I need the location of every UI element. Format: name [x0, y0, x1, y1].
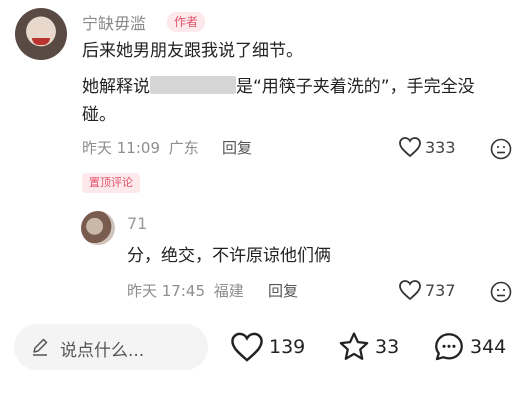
comment-like-count: 333 — [425, 137, 456, 157]
pinned-comment-badge: 置顶评论 — [82, 173, 140, 193]
post-comments-button[interactable]: 344 — [432, 330, 506, 364]
reply-reply-button[interactable]: 回复 — [268, 280, 298, 301]
reply-time: 昨天 17:45 — [127, 282, 205, 300]
dislike-face-icon — [490, 281, 512, 303]
star-icon — [339, 332, 369, 360]
comment-input[interactable]: 说点什么... — [14, 324, 208, 370]
reply-dislike-button[interactable] — [489, 280, 513, 308]
post-comment-count: 344 — [470, 336, 507, 358]
comment-time: 昨天 11:09 — [82, 139, 160, 157]
comment-bubble-icon — [435, 333, 463, 361]
comment-dislike-button[interactable] — [489, 137, 513, 165]
reply-avatar[interactable] — [81, 211, 115, 245]
dislike-face-icon — [490, 138, 512, 160]
comment-meta: 昨天 11:09 广东 — [82, 137, 199, 158]
reply-like-count: 737 — [425, 280, 456, 300]
reply-location: 福建 — [213, 282, 244, 300]
comment-location: 广东 — [168, 139, 199, 157]
reply-username[interactable]: 71 — [127, 214, 147, 233]
reply-like-button[interactable]: 737 — [398, 279, 456, 301]
author-avatar[interactable] — [15, 8, 67, 60]
comment-like-button[interactable]: 333 — [398, 136, 456, 158]
author-badge: 作者 — [167, 12, 206, 32]
post-like-button[interactable]: 139 — [229, 331, 305, 363]
comment-text-line2: 她解释说 是“用筷子夹着洗的”，手完全没 — [82, 73, 475, 101]
heart-icon — [399, 137, 421, 158]
comment-text-line3: 碰。 — [82, 105, 116, 125]
comment-text-line1: 后来她男朋友跟我说了细节。 — [82, 41, 303, 61]
comment-reply-button[interactable]: 回复 — [222, 137, 252, 158]
pencil-icon — [33, 338, 48, 356]
comment-input-placeholder: 说点什么... — [60, 341, 145, 361]
heart-icon — [231, 332, 263, 362]
post-favorite-button[interactable]: 33 — [337, 330, 399, 364]
comment-text-line2-end: 是“用筷子夹着洗的”，手完全没 — [236, 77, 475, 97]
reply-text: 分，绝交，不许原谅他们俩 — [127, 246, 331, 266]
comment-username[interactable]: 宁缺毋滥 — [82, 10, 146, 34]
heart-icon — [399, 280, 421, 301]
post-like-count: 139 — [269, 336, 306, 358]
comment-text-line2-start: 她解释说 — [82, 77, 150, 97]
reply-meta: 昨天 17:45 福建 — [127, 280, 244, 301]
redacted-text — [150, 76, 236, 94]
post-favorite-count: 33 — [375, 336, 400, 358]
